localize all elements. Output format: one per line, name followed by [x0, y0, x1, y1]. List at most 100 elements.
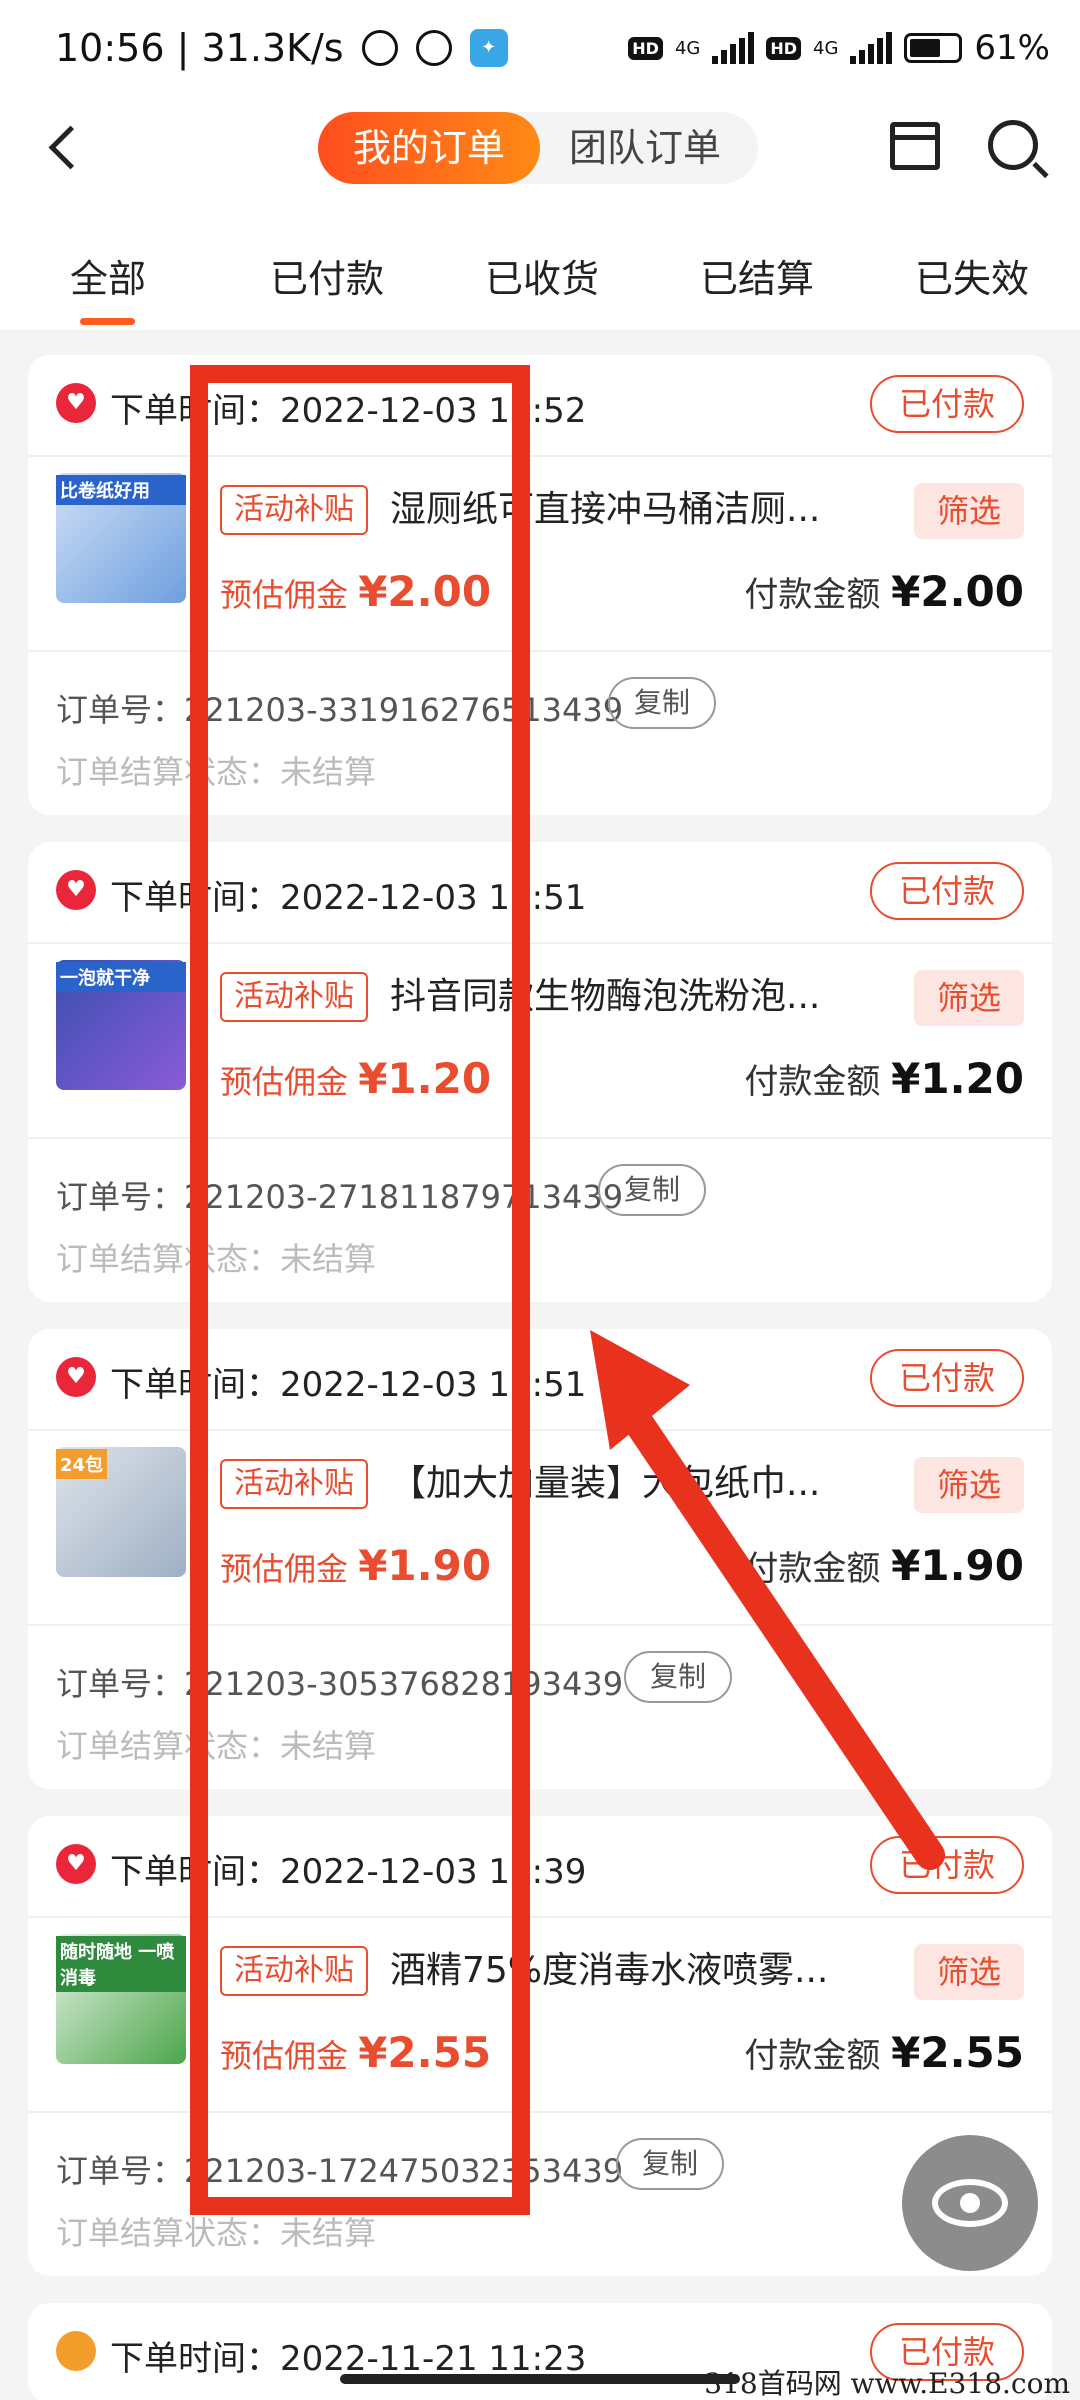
- home-indicator[interactable]: [340, 2374, 740, 2384]
- app-notification-icon: ✦: [469, 29, 508, 67]
- product-thumbnail[interactable]: 24包: [56, 1447, 186, 1577]
- order-time: 下单时间：2022-11-21 11:23: [110, 2339, 587, 2379]
- status-time: 10:56 | 31.3K/s: [55, 26, 344, 70]
- shop-logo-icon: [56, 870, 96, 910]
- order-time: 下单时间：2022-12-03 10:52: [110, 391, 587, 431]
- order-time: 下单时间：2022-12-03 10:51: [110, 878, 587, 918]
- settlement-status: 订单结算状态：未结算: [56, 2214, 377, 2252]
- order-card[interactable]: 下单时间：2022-12-03 10:52 已付款 比卷纸好用 活动补贴 湿厕纸…: [28, 355, 1052, 815]
- settlement-status: 订单结算状态：未结算: [56, 753, 377, 791]
- status-badge[interactable]: 已付款: [870, 1836, 1024, 1894]
- status-bar: 10:56 | 31.3K/s ✦ HD 4G HD 4G 61%: [0, 0, 1080, 100]
- estimated-commission: 预估佣金 ¥1.90: [220, 1541, 491, 1590]
- status-left: 10:56 | 31.3K/s ✦: [55, 26, 508, 70]
- battery-percent: 61%: [974, 28, 1050, 68]
- order-number: 订单号：221203-172475032353439: [56, 2152, 624, 2190]
- filter-button[interactable]: 筛选: [914, 970, 1024, 1026]
- active-tab-indicator: [80, 318, 135, 325]
- promo-tag: 活动补贴: [220, 485, 368, 535]
- commission-label: 预估佣金: [220, 1550, 349, 1588]
- order-card[interactable]: 下单时间：2022-12-03 10:39 已付款 随时随地 一喷消毒 活动补贴…: [28, 1816, 1052, 2276]
- payment-amount: 付款金额 ¥2.55: [744, 2028, 1024, 2077]
- commission-value: ¥1.90: [358, 1541, 492, 1590]
- status-badge[interactable]: 已付款: [870, 862, 1024, 920]
- thumb-caption: 随时随地 一喷消毒: [56, 1936, 186, 1992]
- commission-value: ¥2.55: [358, 2028, 492, 2077]
- payment-amount: 付款金额 ¥1.90: [744, 1541, 1024, 1590]
- order-card[interactable]: 下单时间：2022-12-03 10:51 已付款 一泡就干净 活动补贴 抖音同…: [28, 842, 1052, 1302]
- page-header: 我的订单 团队订单 全部 已付款 已收货 已结算 已失效: [0, 100, 1080, 330]
- tab-invalid[interactable]: 已失效: [915, 248, 1029, 303]
- signal-bars-2-icon: [850, 32, 893, 64]
- copy-button[interactable]: 复制: [608, 677, 717, 729]
- settlement-status: 订单结算状态：未结算: [56, 1240, 377, 1278]
- shop-logo-icon: [56, 1357, 96, 1397]
- tab-settled[interactable]: 已结算: [700, 248, 814, 303]
- product-title[interactable]: 湿厕纸可直接冲马桶洁厕...: [390, 485, 870, 535]
- filter-button[interactable]: 筛选: [914, 1457, 1024, 1513]
- settlement-status: 订单结算状态：未结算: [56, 1727, 377, 1765]
- pay-value: ¥2.00: [891, 567, 1024, 616]
- product-thumbnail[interactable]: 一泡就干净: [56, 960, 186, 1090]
- order-time: 下单时间：2022-12-03 10:39: [110, 1852, 587, 1892]
- promo-tag: 活动补贴: [220, 972, 368, 1022]
- copy-button[interactable]: 复制: [624, 1651, 733, 1703]
- tab-all[interactable]: 全部: [70, 248, 146, 303]
- copy-button[interactable]: 复制: [598, 1164, 707, 1216]
- order-card[interactable]: 下单时间：2022-12-03 10:51 已付款 24包 活动补贴 【加大加量…: [28, 1329, 1052, 1789]
- status-right: HD 4G HD 4G 61%: [628, 28, 1050, 68]
- divider: [28, 1137, 1052, 1139]
- product-thumbnail[interactable]: 随时随地 一喷消毒: [56, 1934, 186, 2064]
- payment-amount: 付款金额 ¥1.20: [744, 1054, 1024, 1103]
- commission-value: ¥2.00: [358, 567, 492, 616]
- divider: [28, 650, 1052, 652]
- pay-value: ¥1.20: [891, 1054, 1024, 1103]
- calendar-icon[interactable]: [890, 122, 940, 170]
- estimated-commission: 预估佣金 ¥2.55: [220, 2028, 491, 2077]
- thumb-caption: 一泡就干净: [56, 962, 186, 992]
- shop-logo-icon: [56, 1844, 96, 1884]
- filter-button[interactable]: 筛选: [914, 483, 1024, 539]
- product-thumbnail[interactable]: 比卷纸好用: [56, 473, 186, 603]
- commission-value: ¥1.20: [358, 1054, 492, 1103]
- pay-label: 付款金额: [744, 1062, 881, 1102]
- pay-label: 付款金额: [744, 575, 881, 615]
- commission-label: 预估佣金: [220, 1063, 349, 1101]
- visibility-toggle-button[interactable]: [902, 2135, 1038, 2271]
- product-title[interactable]: 抖音同款生物酶泡洗粉泡...: [390, 972, 870, 1022]
- order-type-switch: 我的订单 团队订单: [318, 112, 758, 184]
- status-badge[interactable]: 已付款: [870, 1349, 1024, 1407]
- battery-icon: [904, 33, 963, 63]
- tab-received[interactable]: 已收货: [485, 248, 599, 303]
- order-time: 下单时间：2022-12-03 10:51: [110, 1365, 587, 1405]
- divider: [28, 455, 1052, 457]
- shop-logo-icon: [56, 2331, 96, 2371]
- tab-my-orders[interactable]: 我的订单: [318, 112, 540, 184]
- product-title[interactable]: 酒精75%度消毒水液喷雾...: [390, 1946, 870, 1996]
- divider: [28, 942, 1052, 944]
- commission-label: 预估佣金: [220, 2037, 349, 2075]
- shop-logo-icon: [56, 383, 96, 423]
- mute-bell-icon: [361, 30, 398, 66]
- tab-team-orders[interactable]: 团队订单: [550, 112, 740, 184]
- search-icon[interactable]: [988, 120, 1038, 170]
- network-label-2: 4G: [813, 37, 839, 59]
- commission-label: 预估佣金: [220, 576, 349, 614]
- copy-button[interactable]: 复制: [616, 2138, 725, 2190]
- hd-badge: HD: [628, 36, 663, 60]
- order-number: 订单号：221203-331916276513439: [56, 691, 624, 729]
- watermark: 318首码网 www.E318.com: [704, 2367, 1070, 2400]
- promo-tag: 活动补贴: [220, 1946, 368, 1996]
- status-badge[interactable]: 已付款: [870, 375, 1024, 433]
- signal-bars-icon: [712, 32, 755, 64]
- divider: [28, 1916, 1052, 1918]
- pay-label: 付款金额: [744, 1549, 881, 1589]
- tab-paid[interactable]: 已付款: [270, 248, 384, 303]
- divider: [28, 1429, 1052, 1431]
- product-title[interactable]: 【加大加量装】大包纸巾...: [390, 1459, 870, 1509]
- promo-tag: 活动补贴: [220, 1459, 368, 1509]
- filter-button[interactable]: 筛选: [914, 1944, 1024, 2000]
- pay-label: 付款金额: [744, 2036, 881, 2076]
- estimated-commission: 预估佣金 ¥1.20: [220, 1054, 491, 1103]
- back-arrow-icon[interactable]: [40, 120, 100, 180]
